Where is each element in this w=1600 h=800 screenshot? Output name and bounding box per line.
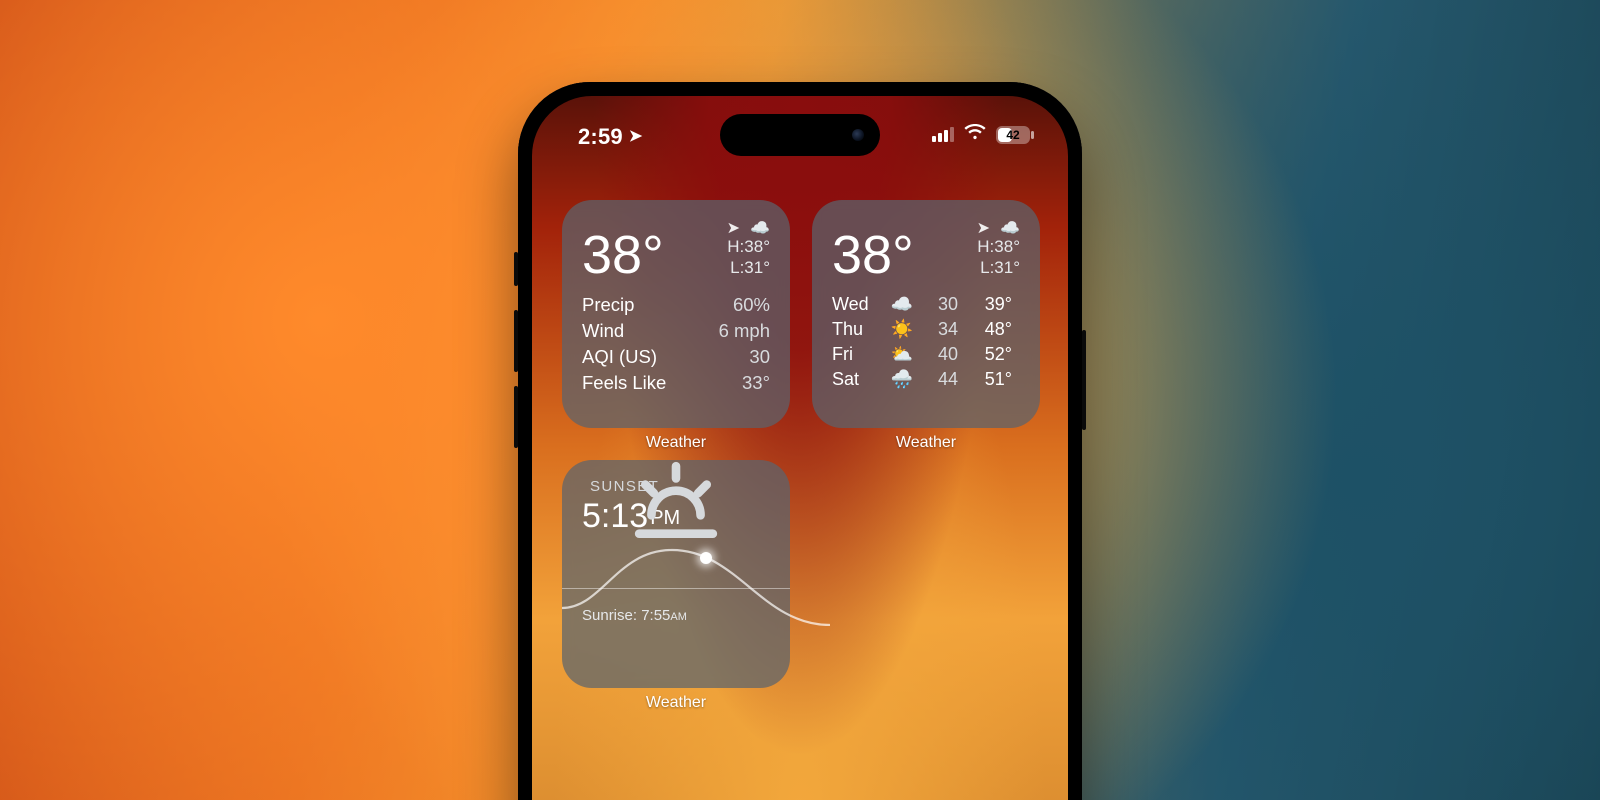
status-time: 2:59 ➤ [578, 124, 642, 150]
side-button-power [1082, 330, 1086, 430]
forecast-low: 34 [924, 319, 958, 340]
forecast-day: Thu [832, 319, 880, 340]
cell-signal-icon [932, 127, 954, 142]
forecast-low: 40 [924, 344, 958, 365]
location-arrow-icon: ➤ [977, 218, 990, 234]
side-button-volume-up [514, 310, 518, 372]
low-temp: L:31° [977, 257, 1020, 278]
forecast-day: Wed [832, 294, 880, 315]
sunrise-text: Sunrise: 7:55AM [582, 607, 687, 624]
forecast-low: 44 [924, 369, 958, 390]
forecast-high: 52° [966, 344, 1012, 365]
forecast-day: Sat [832, 369, 880, 390]
forecast-high: 51° [966, 369, 1012, 390]
forecast-icon: ☀️ [888, 319, 916, 340]
battery-indicator: 42 [996, 126, 1030, 144]
high-temp: H:38° [727, 236, 770, 257]
widget-label: Weather [562, 694, 790, 712]
widget-label: Weather [812, 434, 1040, 452]
sun-position-dot [700, 552, 712, 564]
detail-label: Precip [582, 294, 634, 316]
weather-details-widget[interactable]: ➤ ☁️ 38° H:38° L:31° Precip60% Wind6 mph [562, 200, 790, 428]
location-icon: ➤ [629, 126, 643, 146]
detail-value: 6 mph [719, 320, 770, 342]
detail-label: AQI (US) [582, 346, 657, 368]
weather-forecast-widget[interactable]: ➤ ☁️ 38° H:38° L:31° Wed☁️3039° Thu☀️344… [812, 200, 1040, 428]
sun-curve: Sunrise: 7:55AM [582, 540, 770, 626]
high-temp: H:38° [977, 236, 1020, 257]
detail-label: Wind [582, 320, 624, 342]
cloud-icon: ☁️ [750, 218, 770, 234]
forecast-high: 39° [966, 294, 1012, 315]
forecast-day: Fri [832, 344, 880, 365]
weather-sunset-widget[interactable]: SUNSET 5:13PM Sunrise: 7:55AM [562, 460, 790, 688]
widget-label: Weather [562, 434, 790, 452]
status-bar: 2:59 ➤ 42 [532, 118, 1068, 154]
side-button-volume-down [514, 386, 518, 448]
clock-text: 2:59 [578, 124, 623, 150]
low-temp: L:31° [727, 257, 770, 278]
forecast-icon: ☁️ [888, 294, 916, 315]
forecast-low: 30 [924, 294, 958, 315]
forecast-icon: ⛅ [888, 344, 916, 365]
detail-value: 33° [742, 372, 770, 394]
cloud-icon: ☁️ [1000, 218, 1020, 234]
location-arrow-icon: ➤ [727, 218, 740, 234]
forecast-icon: 🌧️ [888, 369, 916, 390]
promo-background: 2:59 ➤ 42 [0, 0, 1600, 800]
home-screen-widgets: ➤ ☁️ 38° H:38° L:31° Precip60% Wind6 mph [562, 200, 1038, 720]
battery-percent: 42 [1006, 128, 1019, 142]
side-button-silent [514, 252, 518, 286]
detail-value: 30 [749, 346, 770, 368]
iphone-frame: 2:59 ➤ 42 [518, 82, 1082, 800]
forecast-high: 48° [966, 319, 1012, 340]
weather-details-rows: Precip 60% Wind 6 mph AQI (US) 30 Feels Lik… [582, 292, 770, 396]
detail-value: 60% [733, 294, 770, 316]
wifi-icon [964, 124, 986, 145]
forecast-rows: Wed ☁️ 30 39° Thu ☀️ 34 48° Fri ⛅ 40 52° Sat 🌧️ 44 5… [832, 292, 1020, 392]
detail-label: Feels Like [582, 372, 666, 394]
iphone-screen[interactable]: 2:59 ➤ 42 [532, 96, 1068, 800]
